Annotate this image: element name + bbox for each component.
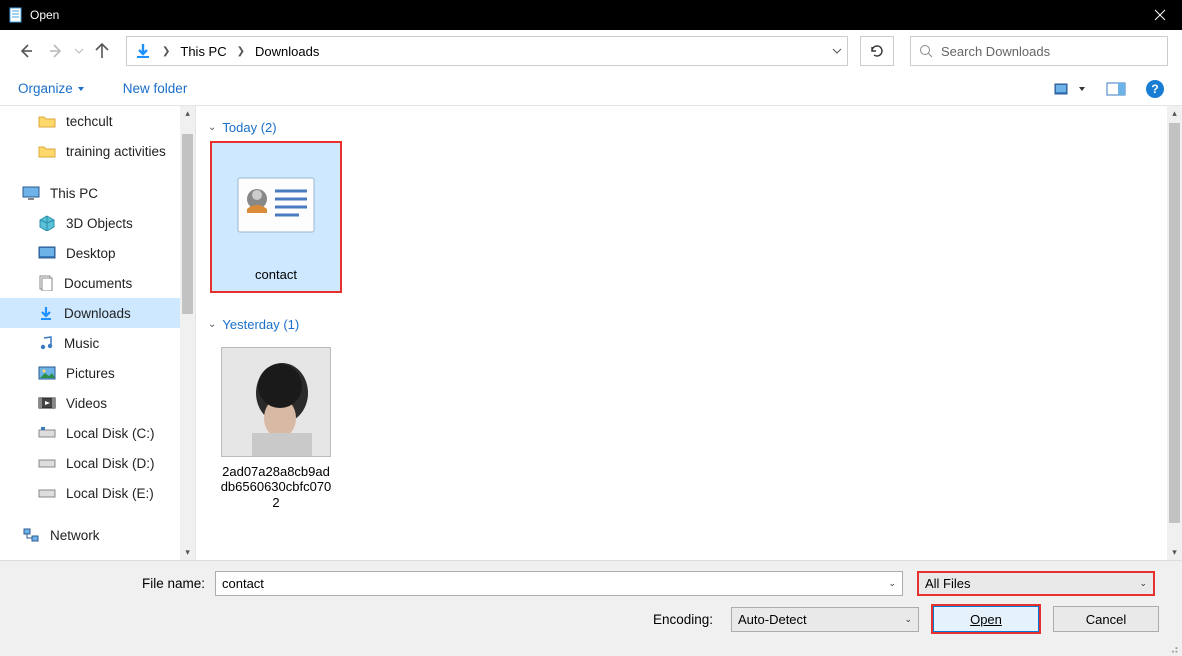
breadcrumb[interactable]: ❯ This PC ❯ Downloads [126,36,848,66]
encoding-label: Encoding: [20,612,723,627]
search-input[interactable]: Search Downloads [910,36,1168,66]
disk-icon [38,456,56,470]
resize-grip-icon[interactable]: ⣠ [1170,639,1179,653]
sidebar-item-folder[interactable]: training activities [0,136,180,166]
folder-icon [38,114,56,128]
sidebar: techcult training activities This PC 3D … [0,106,180,560]
downloads-icon [38,305,54,321]
music-icon [38,335,54,351]
forward-button[interactable] [44,39,68,63]
preview-icon [1106,82,1126,96]
downloads-icon [134,42,152,60]
scroll-up-icon[interactable]: ▴ [180,106,195,121]
view-icon [1054,82,1074,96]
arrow-up-icon [93,42,111,60]
computer-icon [22,186,40,200]
sidebar-item-this-pc[interactable]: This PC [0,178,180,208]
file-label: contact [251,265,301,291]
file-item-contact[interactable]: contact [212,143,340,291]
disk-icon [38,426,56,440]
breadcrumb-root[interactable]: This PC [180,44,226,59]
chevron-right-icon: ❯ [233,46,249,57]
preview-pane-button[interactable] [1106,82,1126,96]
breadcrumb-current[interactable]: Downloads [255,44,319,59]
scrollbar-thumb[interactable] [182,134,193,314]
filename-input[interactable]: contact ⌄ [215,571,903,596]
search-icon [919,44,933,58]
organize-button[interactable]: Organize [18,81,85,96]
filename-label: File name: [20,576,215,591]
chevron-down-icon: ⌄ [1139,578,1147,589]
help-button[interactable]: ? [1146,80,1164,98]
cube-icon [38,215,56,231]
scroll-down-icon[interactable]: ▾ [1167,545,1182,560]
footer: File name: contact ⌄ All Files ⌄ Encodin… [0,560,1182,656]
sidebar-item-pictures[interactable]: Pictures [0,358,180,388]
notepad-icon [8,7,24,23]
window-title: Open [30,8,1137,22]
breadcrumb-dropdown[interactable] [827,46,847,56]
chevron-down-icon: ⌄ [208,319,216,330]
videos-icon [38,396,56,410]
open-button[interactable]: Open [933,606,1039,632]
back-button[interactable] [14,39,38,63]
close-icon [1154,9,1166,21]
caret-down-icon [77,85,85,93]
network-icon [22,528,40,542]
filetype-select[interactable]: All Files ⌄ [917,571,1155,596]
file-list[interactable]: ⌄ Today (2) [196,106,1167,560]
sidebar-scrollbar[interactable]: ▴ ▾ [180,106,195,560]
recent-locations-button[interactable] [74,39,84,63]
encoding-select[interactable]: Auto-Detect ⌄ [731,607,919,632]
refresh-icon [869,43,885,59]
caret-down-icon [1078,85,1086,93]
sidebar-item-3d-objects[interactable]: 3D Objects [0,208,180,238]
file-label: 2ad07a28a8cb9addb6560630cbfc0702 [216,462,336,519]
group-header-yesterday[interactable]: ⌄ Yesterday (1) [208,317,1159,332]
sidebar-item-disk-e[interactable]: Local Disk (E:) [0,478,180,508]
sidebar-item-documents[interactable]: Documents [0,268,180,298]
titlebar: Open [0,0,1182,30]
help-icon: ? [1151,82,1158,96]
chevron-down-icon: ⌄ [208,122,216,133]
pictures-icon [38,366,56,380]
view-button[interactable] [1054,82,1086,96]
sidebar-item-network[interactable]: Network [0,520,180,550]
sidebar-item-desktop[interactable]: Desktop [0,238,180,268]
close-button[interactable] [1137,0,1182,30]
sidebar-item-disk-d[interactable]: Local Disk (D:) [0,448,180,478]
desktop-icon [38,246,56,260]
arrow-left-icon [17,42,35,60]
navbar: ❯ This PC ❯ Downloads Search Downloads [0,30,1182,73]
chevron-down-icon: ⌄ [888,578,896,589]
documents-icon [38,275,54,291]
scroll-down-icon[interactable]: ▾ [180,545,195,560]
group-header-today[interactable]: ⌄ Today (2) [208,120,1159,135]
scrollbar-thumb[interactable] [1169,123,1180,523]
scroll-up-icon[interactable]: ▴ [1167,106,1182,121]
cancel-button[interactable]: Cancel [1053,606,1159,632]
chevron-down-icon [832,46,842,56]
refresh-button[interactable] [860,36,894,66]
sidebar-item-videos[interactable]: Videos [0,388,180,418]
sidebar-item-music[interactable]: Music [0,328,180,358]
sidebar-item-downloads[interactable]: Downloads [0,298,180,328]
sidebar-item-disk-c[interactable]: Local Disk (C:) [0,418,180,448]
sidebar-item-folder[interactable]: techcult [0,106,180,136]
toolbar: Organize New folder ? [0,73,1182,105]
chevron-right-icon: ❯ [158,46,174,57]
folder-icon [38,144,56,158]
new-folder-button[interactable]: New folder [123,81,188,96]
chevron-down-icon [74,46,84,56]
arrow-right-icon [47,42,65,60]
image-thumbnail [221,347,331,457]
up-button[interactable] [90,39,114,63]
content-scrollbar[interactable]: ▴ ▾ [1167,106,1182,560]
chevron-down-icon: ⌄ [904,614,912,625]
search-placeholder: Search Downloads [941,44,1050,59]
contact-file-icon [220,149,332,261]
disk-icon [38,486,56,500]
file-item-photo[interactable]: 2ad07a28a8cb9addb6560630cbfc0702 [212,340,340,519]
